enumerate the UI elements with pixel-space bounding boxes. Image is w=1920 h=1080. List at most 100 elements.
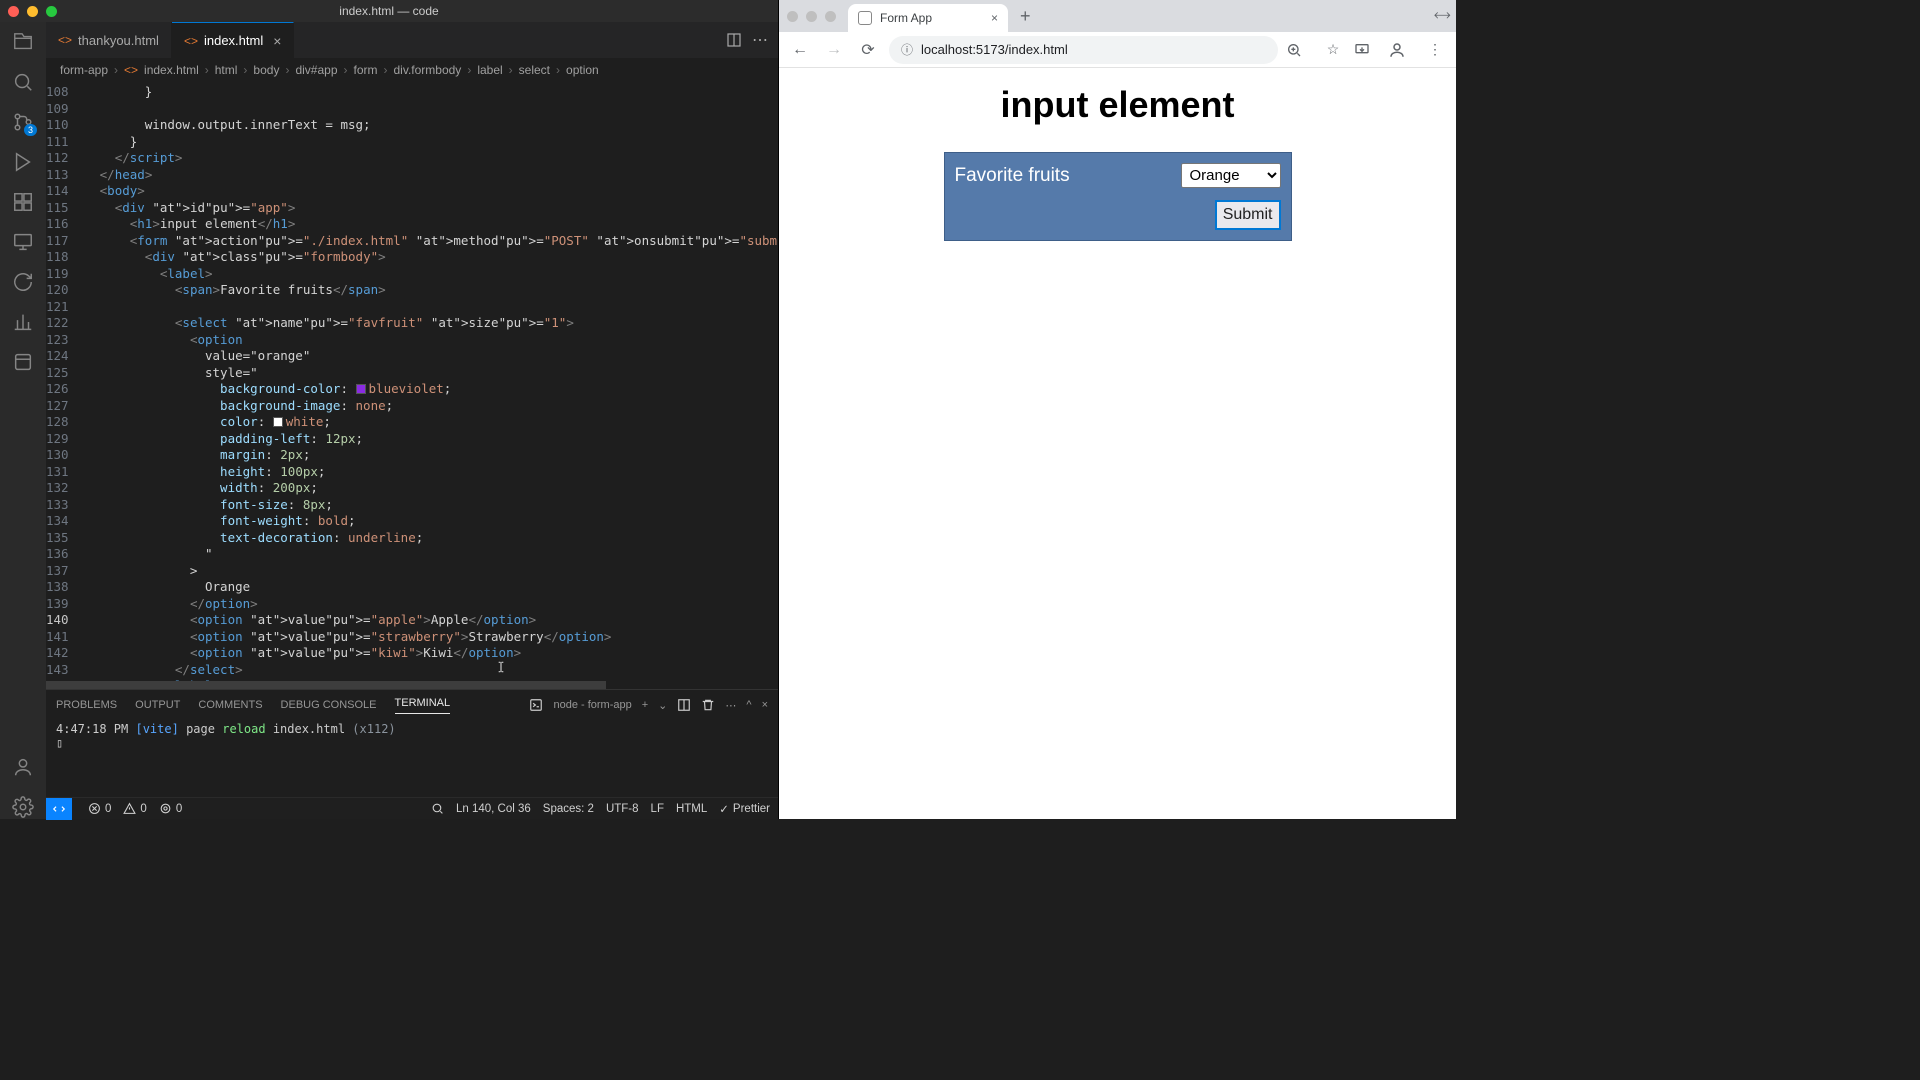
terminal-dropdown-icon[interactable]: ⌄ xyxy=(658,699,667,712)
crumb[interactable]: form-app xyxy=(60,63,108,77)
forward-button[interactable]: → xyxy=(821,41,847,59)
zoom-icon[interactable] xyxy=(1286,42,1312,58)
browser-minimize[interactable] xyxy=(806,11,817,22)
scrollbar-thumb[interactable] xyxy=(46,681,606,689)
status-cursor[interactable]: Ln 140, Col 36 xyxy=(456,803,531,815)
folder-icon[interactable] xyxy=(11,350,35,374)
remote-icon[interactable] xyxy=(11,230,35,254)
refresh-icon[interactable] xyxy=(11,270,35,294)
browser-maximize[interactable] xyxy=(825,11,836,22)
status-spaces[interactable]: Spaces: 2 xyxy=(543,803,594,815)
tab-label: thankyou.html xyxy=(78,33,159,48)
site-info-icon[interactable]: ⓘ xyxy=(901,41,913,58)
browser-close[interactable] xyxy=(787,11,798,22)
expand-icon[interactable]: ⤢ xyxy=(1431,5,1453,27)
new-tab-button[interactable]: + xyxy=(1014,6,1037,27)
terminal-task-label[interactable]: node - form-app xyxy=(553,699,631,711)
form-label: Favorite fruits xyxy=(955,165,1070,187)
terminal-body[interactable]: 4:47:18 PM [vite] page reload index.html… xyxy=(46,720,778,797)
browser-toolbar: ← → ⟳ ⓘ localhost:5173/index.html ☆ ⋮ xyxy=(779,32,1456,68)
more-icon[interactable]: ⋯ xyxy=(725,699,736,712)
line-gutter: 1081091101111121131141151161171181191201… xyxy=(46,82,85,681)
browser-tab-title: Form App xyxy=(880,11,932,25)
terminal-file: index.html xyxy=(273,722,345,736)
terminal-msg: page xyxy=(186,722,215,736)
browser-tab[interactable]: Form App × xyxy=(848,4,1008,32)
maximize-panel-icon[interactable]: ^ xyxy=(746,699,751,711)
code-area[interactable]: } window.output.innerText = msg; } </scr… xyxy=(85,82,778,681)
url-text: localhost:5173/index.html xyxy=(921,42,1068,57)
terminal-tag: [vite] xyxy=(135,722,178,736)
html-file-icon: <> xyxy=(58,33,72,47)
status-find-icon[interactable] xyxy=(431,802,444,815)
submit-button[interactable]: Submit xyxy=(1215,200,1281,230)
panel-tab-output[interactable]: OUTPUT xyxy=(135,699,180,711)
scm-badge: 3 xyxy=(24,124,37,136)
source-control-icon[interactable]: 3 xyxy=(11,110,35,134)
favfruit-select[interactable]: Orange xyxy=(1181,163,1281,188)
status-eol[interactable]: LF xyxy=(651,803,664,815)
kill-terminal-icon[interactable] xyxy=(701,698,715,712)
status-lang[interactable]: HTML xyxy=(676,803,707,815)
profile-icon[interactable] xyxy=(1388,41,1414,59)
back-button[interactable]: ← xyxy=(787,41,813,59)
address-bar[interactable]: ⓘ localhost:5173/index.html xyxy=(889,36,1278,64)
remote-indicator[interactable] xyxy=(46,798,72,820)
panel-tab-problems[interactable]: PROBLEMS xyxy=(56,699,117,711)
crumb[interactable]: index.html xyxy=(144,63,199,77)
split-terminal-icon[interactable] xyxy=(677,698,691,712)
activity-bar: 3 xyxy=(0,22,46,819)
crumb[interactable]: label xyxy=(477,63,502,77)
bookmark-icon[interactable]: ☆ xyxy=(1320,41,1346,58)
tab-index[interactable]: <> index.html × xyxy=(172,22,294,58)
crumb[interactable]: div#app xyxy=(295,63,337,77)
crumb[interactable]: option xyxy=(566,63,599,77)
panel-tab-debug[interactable]: DEBUG CONSOLE xyxy=(281,699,377,711)
status-encoding[interactable]: UTF-8 xyxy=(606,803,639,815)
install-icon[interactable] xyxy=(1354,42,1380,58)
run-debug-icon[interactable] xyxy=(11,150,35,174)
horizontal-scrollbar[interactable] xyxy=(46,681,778,689)
code-editor[interactable]: 1081091101111121131141151161171181191201… xyxy=(46,82,778,681)
menu-icon[interactable]: ⋮ xyxy=(1422,41,1448,58)
html-file-icon: <> xyxy=(184,34,198,48)
explorer-icon[interactable] xyxy=(11,30,35,54)
crumb[interactable]: form xyxy=(354,63,378,77)
tab-thankyou[interactable]: <> thankyou.html xyxy=(46,22,172,58)
crumb[interactable]: body xyxy=(253,63,279,77)
terminal-time: 4:47:18 PM xyxy=(56,722,128,736)
split-editor-icon[interactable] xyxy=(726,32,742,48)
bottom-panel: PROBLEMS OUTPUT COMMENTS DEBUG CONSOLE T… xyxy=(46,689,778,797)
close-panel-icon[interactable]: × xyxy=(762,699,768,711)
window-title: index.html — code xyxy=(0,4,778,18)
search-icon[interactable] xyxy=(11,70,35,94)
crumb[interactable]: html xyxy=(215,63,238,77)
panel-tab-terminal[interactable]: TERMINAL xyxy=(395,697,451,714)
close-tab-icon[interactable]: × xyxy=(273,33,281,49)
close-tab-icon[interactable]: × xyxy=(991,11,998,25)
vscode-titlebar: index.html — code xyxy=(0,0,778,22)
extensions-icon[interactable] xyxy=(11,190,35,214)
status-errors[interactable]: 0 xyxy=(88,802,111,815)
crumb[interactable]: select xyxy=(519,63,550,77)
panel-tabs: PROBLEMS OUTPUT COMMENTS DEBUG CONSOLE T… xyxy=(46,690,778,720)
more-actions-icon[interactable]: ⋯ xyxy=(752,30,768,50)
status-port[interactable]: 0 xyxy=(159,802,182,815)
breadcrumbs[interactable]: form-app› <> index.html› html› body› div… xyxy=(46,58,778,82)
settings-icon[interactable] xyxy=(11,795,35,819)
tab-label: index.html xyxy=(204,33,263,48)
graph-icon[interactable] xyxy=(11,310,35,334)
form-body: Favorite fruits Orange Submit xyxy=(944,152,1292,241)
account-icon[interactable] xyxy=(11,755,35,779)
new-terminal-icon[interactable]: + xyxy=(642,699,648,711)
terminal-msg: reload xyxy=(222,722,265,736)
editor-column: <> thankyou.html <> index.html × ⋯ form-… xyxy=(46,22,778,819)
panel-tab-comments[interactable]: COMMENTS xyxy=(198,699,262,711)
status-warnings[interactable]: 0 xyxy=(123,802,146,815)
status-bar: 0 0 0 Ln 140, Col 36 Spaces: 2 UTF-8 LF xyxy=(46,797,778,819)
crumb[interactable]: div.formbody xyxy=(394,63,462,77)
editor-tabs: <> thankyou.html <> index.html × ⋯ xyxy=(46,22,778,58)
reload-button[interactable]: ⟳ xyxy=(855,40,881,60)
browser-window: Form App × + ⤢ ← → ⟳ ⓘ localhost:5173/in… xyxy=(778,0,1456,819)
status-formatter[interactable]: ✓ Prettier xyxy=(719,802,770,816)
